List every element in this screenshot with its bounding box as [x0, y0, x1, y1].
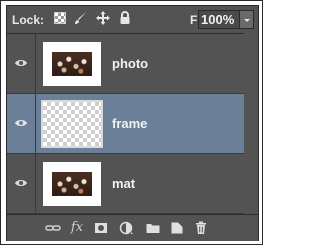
- eye-icon: [15, 180, 27, 186]
- adjustment-layer-icon[interactable]: [119, 220, 135, 236]
- new-layer-icon[interactable]: [169, 220, 185, 236]
- layer-row-mat[interactable]: mat: [7, 154, 258, 214]
- photo-thumbnail-image: [52, 52, 92, 76]
- visibility-toggle[interactable]: [7, 94, 36, 153]
- add-mask-icon[interactable]: [93, 220, 109, 236]
- layers-panel: Lock: Fill: 100: [0, 0, 263, 245]
- layer-thumbnail-photo: [43, 42, 101, 86]
- layers-list: photo frame mat: [7, 33, 258, 215]
- link-layers-icon[interactable]: [45, 220, 61, 236]
- visibility-toggle[interactable]: [7, 34, 36, 93]
- layers-panel-body: Lock: Fill: 100: [6, 5, 259, 241]
- lock-all-icon[interactable]: [117, 10, 133, 26]
- fill-control: 100%: [198, 10, 256, 29]
- mat-thumbnail-image: [52, 172, 92, 196]
- layer-name[interactable]: frame: [112, 116, 147, 131]
- layer-row-frame[interactable]: frame: [7, 94, 258, 154]
- layer-name[interactable]: mat: [112, 176, 135, 191]
- fill-input[interactable]: 100%: [198, 10, 240, 29]
- delete-layer-trash-icon[interactable]: [193, 220, 209, 236]
- eye-icon: [15, 120, 27, 126]
- lock-position-move-icon[interactable]: [95, 10, 111, 26]
- layer-thumbnail-frame: [41, 100, 103, 148]
- new-group-folder-icon[interactable]: [145, 220, 161, 236]
- lock-label: Lock:: [12, 13, 45, 27]
- lock-fill-bar: Lock: Fill: 100: [7, 6, 258, 33]
- lock-image-brush-icon[interactable]: [73, 10, 89, 26]
- layers-scrollbar[interactable]: [244, 33, 258, 214]
- layers-bottom-toolbar: fx: [7, 214, 258, 241]
- thumbnail-selection-border: [41, 100, 103, 148]
- eye-icon: [15, 60, 27, 66]
- lock-transparent-icon[interactable]: [54, 12, 66, 24]
- layer-thumbnail-mat: [43, 162, 101, 206]
- layer-name[interactable]: photo: [112, 56, 148, 71]
- visibility-toggle[interactable]: [7, 154, 36, 213]
- fx-layer-style-icon[interactable]: fx: [69, 220, 85, 236]
- fill-dropdown-button[interactable]: [240, 10, 254, 29]
- layer-row-photo[interactable]: photo: [7, 34, 258, 94]
